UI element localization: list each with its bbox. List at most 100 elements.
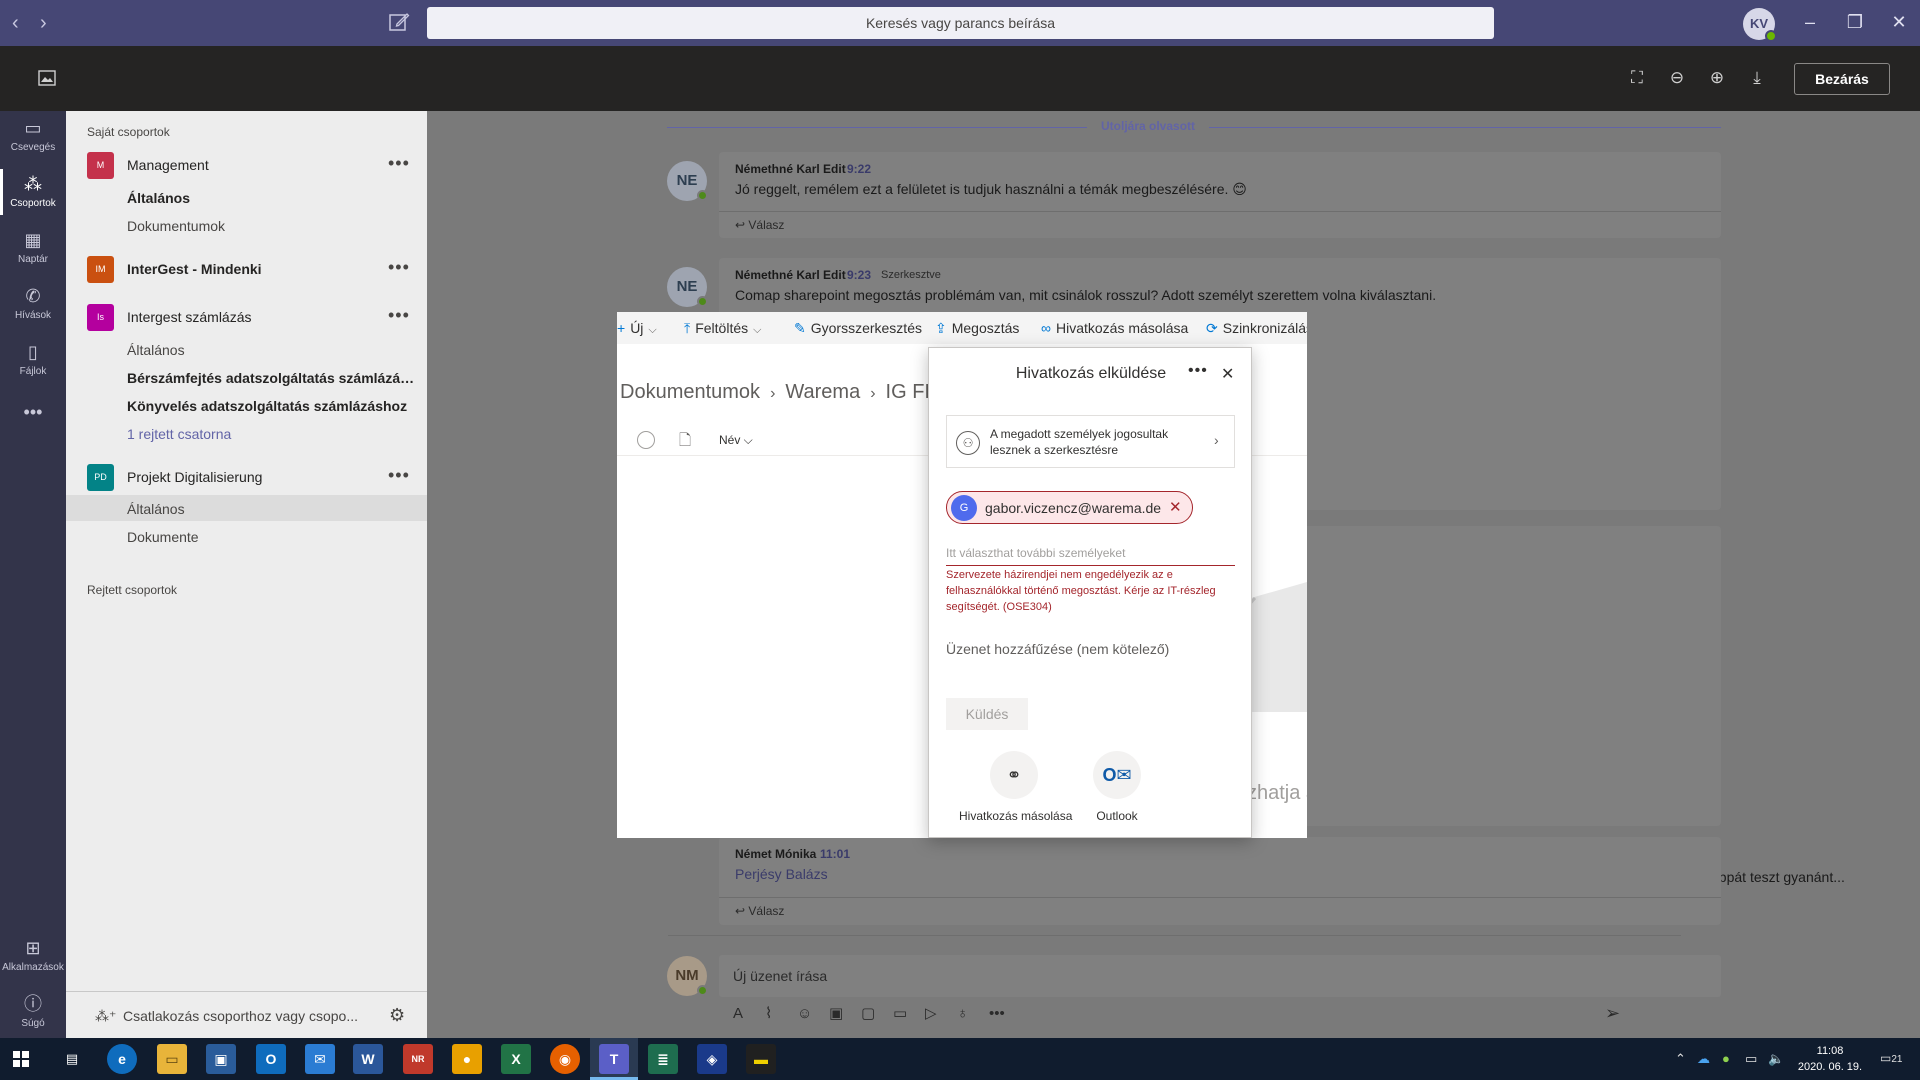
edge-icon[interactable]: e [107,1044,137,1074]
firefox-icon[interactable]: ◉ [550,1044,580,1074]
send-button[interactable]: Küldés [946,698,1028,730]
restore-icon[interactable]: ❐ [1843,10,1867,34]
rail-teams[interactable]: ⁂ Csoportok [0,169,66,215]
close-viewer-button[interactable]: Bezárás [1794,63,1890,95]
app-icon[interactable]: ◈ [697,1044,727,1074]
rail-apps[interactable]: ⊞ Alkalmazások [0,937,66,973]
new-button[interactable]: + Új ⌵ [617,320,657,337]
breadcrumb-item[interactable]: Dokumentumok [620,381,760,403]
task-view-icon[interactable]: ▤ [57,1044,87,1074]
channel-item-selected[interactable]: Általános [127,501,417,517]
message-input[interactable]: Üzenet hozzáfűzése (nem kötelező) [946,641,1235,657]
channel-item[interactable]: Bérszámfejtés adatszolgáltatás számlázás… [127,370,417,386]
avatar[interactable]: NM [667,956,708,996]
team-management[interactable]: M Management ••• [66,149,427,181]
mail-icon[interactable]: ✉ [305,1044,335,1074]
mention-link[interactable]: Perjésy Balázs [735,866,828,882]
breadcrumb-item[interactable]: Warema [785,381,860,403]
praise-icon[interactable]: ♁ [957,1005,989,1022]
word-icon[interactable]: W [353,1044,383,1074]
reply-button[interactable]: ↩ Válasz [719,897,1721,924]
store-icon[interactable]: ▣ [206,1044,236,1074]
more-options-icon[interactable]: ••• [388,305,410,326]
rail-more[interactable]: ••• [0,401,66,426]
gear-icon[interactable]: ⚙ [389,1005,405,1026]
column-header-name[interactable]: Név ⌵ [719,433,753,448]
sticker-icon[interactable]: ▢ [861,1004,893,1022]
share-button[interactable]: ⇪ Megosztás [935,320,1019,337]
teams-taskbar-icon[interactable]: T [590,1044,638,1080]
hidden-channels-link[interactable]: 1 rejtett csatorna [127,426,417,442]
forward-icon[interactable]: › [40,12,47,35]
clock[interactable]: 11:08 2020. 06. 19. [1790,1043,1870,1075]
channel-item[interactable]: Dokumentumok [127,218,417,234]
fit-to-screen-icon[interactable]: ⛶ [1627,68,1647,88]
excel-icon[interactable]: X [501,1044,531,1074]
upload-button[interactable]: ⤒ Feltöltés ⌵ [684,320,761,337]
team-projekt-digitalisierung[interactable]: PD Projekt Digitalisierung ••• [66,461,427,493]
link-settings-button[interactable]: ⚇ A megadott személyek jogosultak leszne… [946,415,1235,468]
more-options-icon[interactable]: ••• [1188,362,1208,380]
copy-link-button[interactable]: ∞ Hivatkozás másolása [1041,320,1188,336]
windows-start-icon[interactable] [13,1051,29,1067]
breadcrumb-item[interactable]: IG FI [886,381,930,403]
new-chat-icon[interactable] [388,11,410,33]
notifications-icon[interactable]: ▭21 [1880,1051,1902,1065]
zoom-in-icon[interactable]: ⊕ [1707,68,1727,88]
select-all-checkbox[interactable] [637,431,655,449]
more-options-icon[interactable]: ••• [388,257,410,278]
volume-icon[interactable]: 🔈 [1768,1051,1784,1067]
onedrive-icon[interactable]: ☁ [1697,1051,1710,1067]
copy-link-option[interactable]: ⚭ Hivatkozás másolása [959,751,1072,823]
more-icon[interactable]: ••• [989,1005,1021,1022]
remove-recipient-icon[interactable]: ✕ [1169,498,1182,516]
team-intergest-szamlazas[interactable]: Is Intergest számlázás ••• [66,301,427,333]
channel-item[interactable]: Általános [127,190,417,206]
app-icon[interactable]: ≣ [648,1044,678,1074]
outlook-option[interactable]: O✉ Outlook [1062,751,1172,823]
zoom-out-icon[interactable]: ⊖ [1667,68,1687,88]
sync-button[interactable]: ⟳ Szinkronizálás [1206,320,1307,337]
avatar[interactable]: NE [667,267,708,307]
send-icon[interactable]: ➢ [1605,1003,1620,1024]
gif-icon[interactable]: ▣ [829,1004,861,1022]
more-options-icon[interactable]: ••• [388,465,410,486]
stream-icon[interactable]: ▷ [925,1004,957,1022]
nmon-icon[interactable]: NR [403,1044,433,1074]
search-input[interactable]: Keresés vagy parancs beírása [427,7,1494,39]
join-team-row[interactable]: ⁂⁺ Csatlakozás csoporthoz vagy csopo... … [66,991,427,1039]
rail-files[interactable]: ▯ Fájlok [0,341,66,377]
rail-help[interactable]: ⓘ Súgó [0,993,66,1029]
avatar[interactable]: KV [1743,8,1777,42]
close-window-icon[interactable]: ✕ [1887,10,1911,34]
app-icon[interactable]: ▬ [746,1044,776,1074]
app-icon[interactable]: ● [452,1044,482,1074]
outlook-taskbar-icon[interactable]: O [256,1044,286,1074]
close-icon[interactable]: ✕ [1221,364,1234,384]
reply-button[interactable]: ↩ Válasz [719,211,1721,238]
network-icon[interactable]: ▭ [1745,1051,1757,1067]
channel-item[interactable]: Könyvelés adatszolgáltatás számlázáshoz [127,398,417,414]
compose-input[interactable]: Új üzenet írása [719,955,1721,997]
people-picker-input[interactable] [946,540,1235,566]
hidden-teams-label[interactable]: Rejtett csoportok [87,583,177,597]
team-intergest-mindenki[interactable]: IM InterGest - Mindenki ••• [66,253,427,285]
channel-item[interactable]: Dokumente [127,529,417,545]
meet-now-icon[interactable]: ▭ [893,1004,925,1022]
download-icon[interactable]: ⤓ [1747,68,1767,88]
attach-icon[interactable]: ⌇ [765,1004,797,1022]
quick-edit-button[interactable]: ✎ Gyorsszerkesztés [794,320,922,337]
more-options-icon[interactable]: ••• [388,153,410,174]
back-icon[interactable]: ‹ [12,12,19,35]
tray-app-icon[interactable]: ● [1722,1051,1730,1066]
format-icon[interactable]: A [733,1005,765,1022]
rail-chat[interactable]: ▭ Csevegés [0,117,66,153]
rail-calendar[interactable]: ▦ Naptár [0,229,66,265]
minimize-icon[interactable]: – [1798,10,1822,34]
avatar[interactable]: NE [667,161,708,201]
chevron-up-icon[interactable]: ⌃ [1675,1051,1686,1067]
rail-calls[interactable]: ✆ Hívások [0,285,66,321]
recipient-chip[interactable]: G gabor.viczencz@warema.de ✕ [946,491,1193,524]
channel-item[interactable]: Általános [127,342,417,358]
file-explorer-icon[interactable]: ▭ [157,1044,187,1074]
